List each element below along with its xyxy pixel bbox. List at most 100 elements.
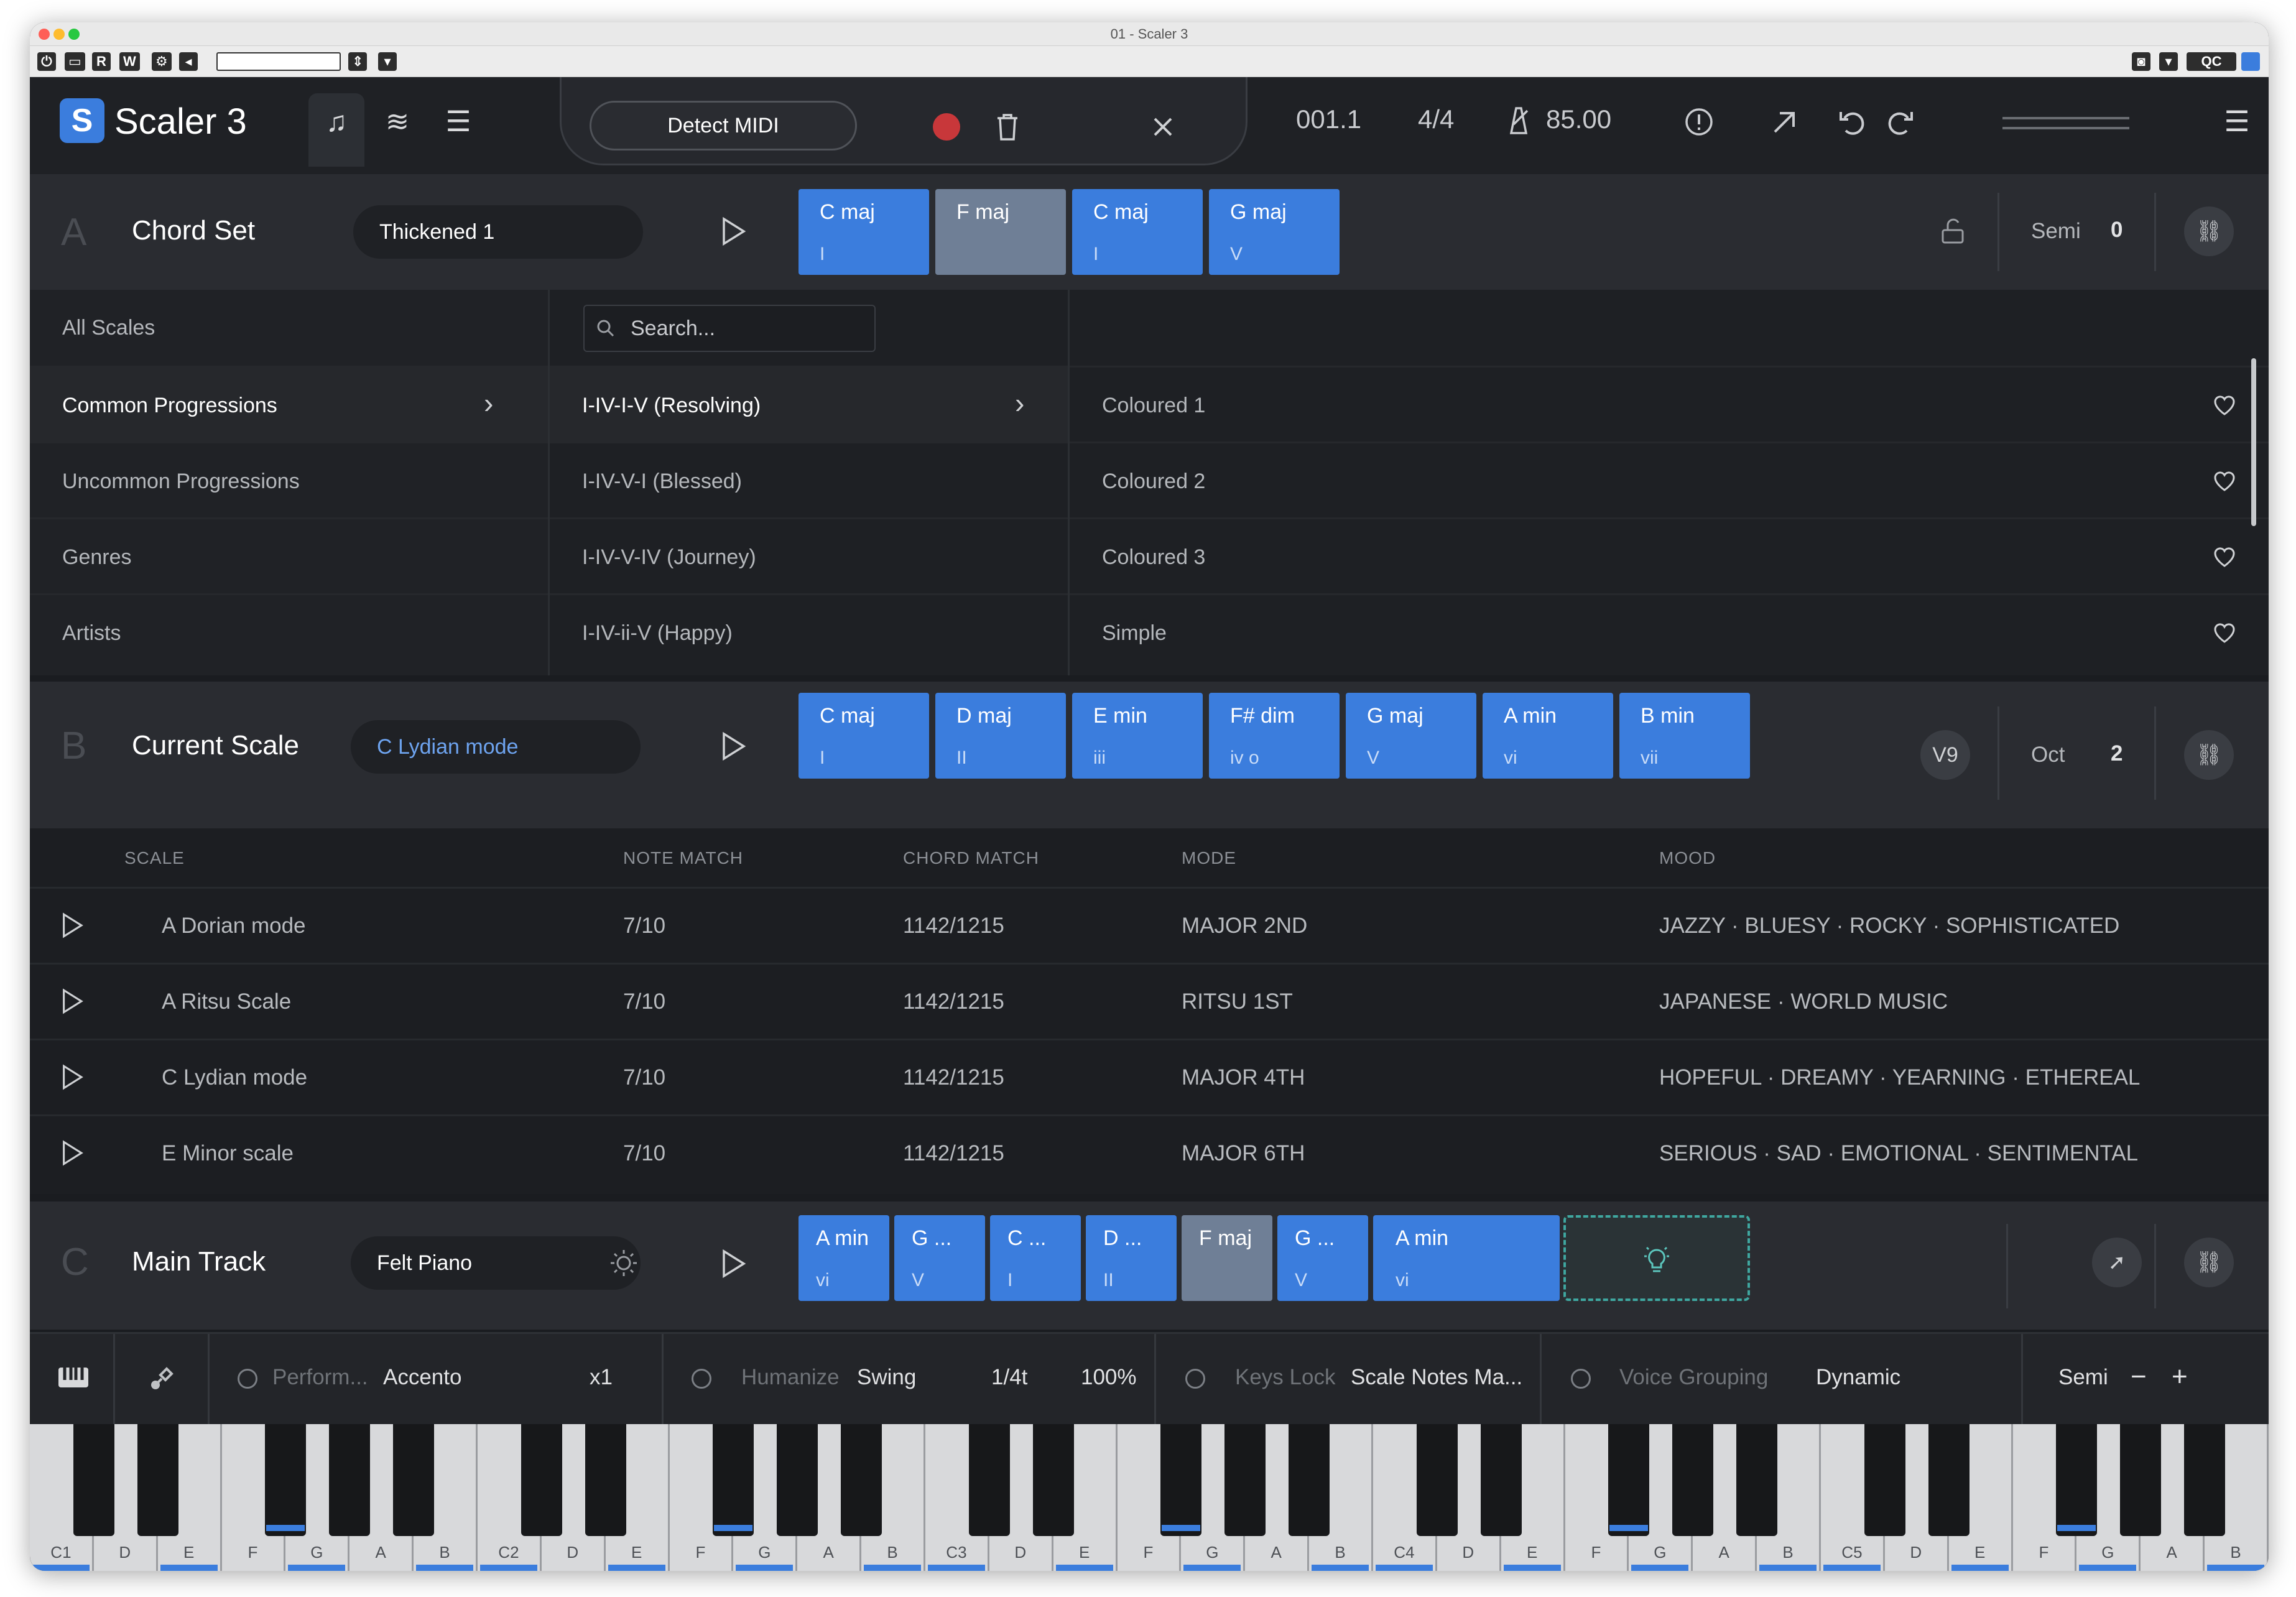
table-row[interactable]: C Lydian mode 7/10 1142/1215 MAJOR 4TH H…: [30, 1039, 2269, 1114]
chord-slot[interactable]: G ... V: [894, 1215, 985, 1301]
preset-field[interactable]: [216, 52, 341, 71]
chord-slot[interactable]: C maj I: [799, 693, 929, 779]
black-key[interactable]: [1224, 1424, 1266, 1536]
humanize-toggle[interactable]: [692, 1369, 711, 1389]
col-header-note-match[interactable]: NOTE MATCH: [623, 848, 743, 868]
tempo-value[interactable]: 85.00: [1546, 104, 1611, 134]
link-icon[interactable]: ⛓: [2184, 206, 2234, 256]
alert-icon[interactable]: [1684, 107, 1714, 137]
settings-icon[interactable]: ⚙: [152, 52, 172, 71]
play-icon[interactable]: [716, 730, 749, 762]
chord-set-preset[interactable]: Thickened 1: [353, 205, 643, 259]
chord-slot[interactable]: G maj V: [1209, 189, 1340, 275]
chord-slot[interactable]: D maj II: [935, 693, 1066, 779]
list-item[interactable]: All Scales: [30, 290, 548, 366]
semi-minus-button[interactable]: −: [2131, 1361, 2147, 1392]
suggestion-slot[interactable]: [1563, 1215, 1750, 1301]
black-key[interactable]: [585, 1424, 626, 1536]
detect-midi-button[interactable]: Detect MIDI: [590, 101, 857, 150]
link-icon[interactable]: ⛓: [2184, 1238, 2234, 1287]
list-icon[interactable]: ☰: [430, 93, 486, 149]
col-header-mode[interactable]: MODE: [1182, 848, 1236, 868]
play-icon[interactable]: [716, 1248, 749, 1280]
heart-icon[interactable]: [2213, 621, 2236, 645]
chord-slot[interactable]: G maj V: [1346, 693, 1476, 779]
list-item[interactable]: I-IV-ii-V (Happy): [550, 593, 1068, 669]
col-header-scale[interactable]: SCALE: [124, 848, 185, 868]
scale-selector[interactable]: C Lydian mode: [351, 720, 641, 774]
keys-lock-value[interactable]: Scale Notes Ma...: [1351, 1365, 1522, 1390]
chord-slot[interactable]: F maj: [935, 189, 1066, 275]
humanize-division[interactable]: 1/4t: [991, 1365, 1027, 1390]
quick-control-button[interactable]: QC: [2187, 52, 2236, 71]
list-item[interactable]: Simple: [1070, 593, 2269, 669]
redo-icon[interactable]: [1886, 107, 1915, 137]
black-key[interactable]: [1736, 1424, 1778, 1536]
chord-slot[interactable]: C maj I: [799, 189, 929, 275]
camera-icon[interactable]: ◙: [2132, 52, 2150, 71]
piano-keyboard[interactable]: C1 D E F G A B C2 D E F G A B C3 D E F G A B C4 D E F G A B C5 D E F G A B: [30, 1424, 2269, 1571]
keyboard-icon[interactable]: [57, 1365, 90, 1390]
list-item[interactable]: Coloured 3: [1070, 517, 2269, 593]
sun-icon[interactable]: [608, 1248, 639, 1279]
black-key[interactable]: [2056, 1424, 2098, 1536]
semi-value[interactable]: 0: [2111, 218, 2122, 243]
col-header-chord-match[interactable]: CHORD MATCH: [903, 848, 1039, 868]
metronome-icon[interactable]: [1505, 106, 1532, 136]
read-automation-button[interactable]: R: [92, 52, 111, 71]
list-item[interactable]: I-IV-V-IV (Journey): [550, 517, 1068, 593]
black-key[interactable]: [1608, 1424, 1650, 1536]
black-key[interactable]: [2184, 1424, 2226, 1536]
chord-slot[interactable]: C ... I: [990, 1215, 1081, 1301]
play-icon[interactable]: [57, 1063, 86, 1091]
voicing-button[interactable]: V9: [1920, 730, 1970, 780]
close-icon[interactable]: [1152, 116, 1174, 138]
col-header-mood[interactable]: MOOD: [1659, 848, 1716, 868]
link-status-icon[interactable]: [2241, 52, 2260, 71]
preset-stepper-icon[interactable]: ⇕: [348, 52, 368, 71]
instrument-selector[interactable]: Felt Piano: [351, 1236, 641, 1290]
play-icon[interactable]: [57, 987, 86, 1016]
link-icon[interactable]: ⛓: [2184, 730, 2234, 780]
scrollbar-thumb[interactable]: [2251, 358, 2256, 526]
undo-icon[interactable]: [1837, 107, 1867, 137]
black-key[interactable]: [329, 1424, 371, 1536]
humanize-percent[interactable]: 100%: [1081, 1365, 1137, 1390]
table-row[interactable]: E Minor scale 7/10 1142/1215 MAJOR 6TH S…: [30, 1114, 2269, 1190]
black-key[interactable]: [521, 1424, 562, 1536]
music-note-icon[interactable]: ♫: [308, 93, 364, 167]
octave-value[interactable]: 2: [2111, 741, 2122, 766]
chord-slot[interactable]: C maj I: [1072, 189, 1203, 275]
black-key[interactable]: [713, 1424, 754, 1536]
voice-grouping-toggle[interactable]: [1571, 1369, 1591, 1389]
chord-slot[interactable]: G ... V: [1277, 1215, 1368, 1301]
unlock-icon[interactable]: [1940, 216, 1965, 245]
list-item[interactable]: Coloured 1: [1070, 366, 2269, 442]
play-icon[interactable]: [716, 215, 749, 248]
keys-lock-toggle[interactable]: [1185, 1369, 1205, 1389]
black-key[interactable]: [1480, 1424, 1522, 1536]
black-key[interactable]: [393, 1424, 435, 1536]
black-key[interactable]: [2120, 1424, 2162, 1536]
record-icon[interactable]: [933, 113, 960, 141]
play-icon[interactable]: [57, 911, 86, 940]
black-key[interactable]: [1864, 1424, 1905, 1536]
list-item[interactable]: I-IV-I-V (Resolving) ›: [550, 366, 1068, 442]
time-signature[interactable]: 4/4: [1418, 104, 1454, 134]
list-item[interactable]: Artists: [30, 593, 548, 669]
chord-slot[interactable]: A min vi: [799, 1215, 889, 1301]
black-key[interactable]: [73, 1424, 114, 1536]
table-row[interactable]: A Dorian mode 7/10 1142/1215 MAJOR 2ND J…: [30, 887, 2269, 963]
chord-slot[interactable]: A min vi: [1373, 1215, 1560, 1301]
voice-grouping-value[interactable]: Dynamic: [1816, 1365, 1900, 1390]
black-key[interactable]: [1289, 1424, 1330, 1536]
black-key[interactable]: [841, 1424, 882, 1536]
back-icon[interactable]: ◂: [179, 52, 198, 71]
view-menu-icon[interactable]: ▾: [2159, 52, 2178, 71]
chord-slot[interactable]: A min vi: [1483, 693, 1613, 779]
black-key[interactable]: [137, 1424, 178, 1536]
black-key[interactable]: [777, 1424, 818, 1536]
main-menu-icon[interactable]: ☰: [2209, 93, 2265, 149]
write-automation-button[interactable]: W: [119, 52, 140, 71]
list-item[interactable]: Genres: [30, 517, 548, 593]
